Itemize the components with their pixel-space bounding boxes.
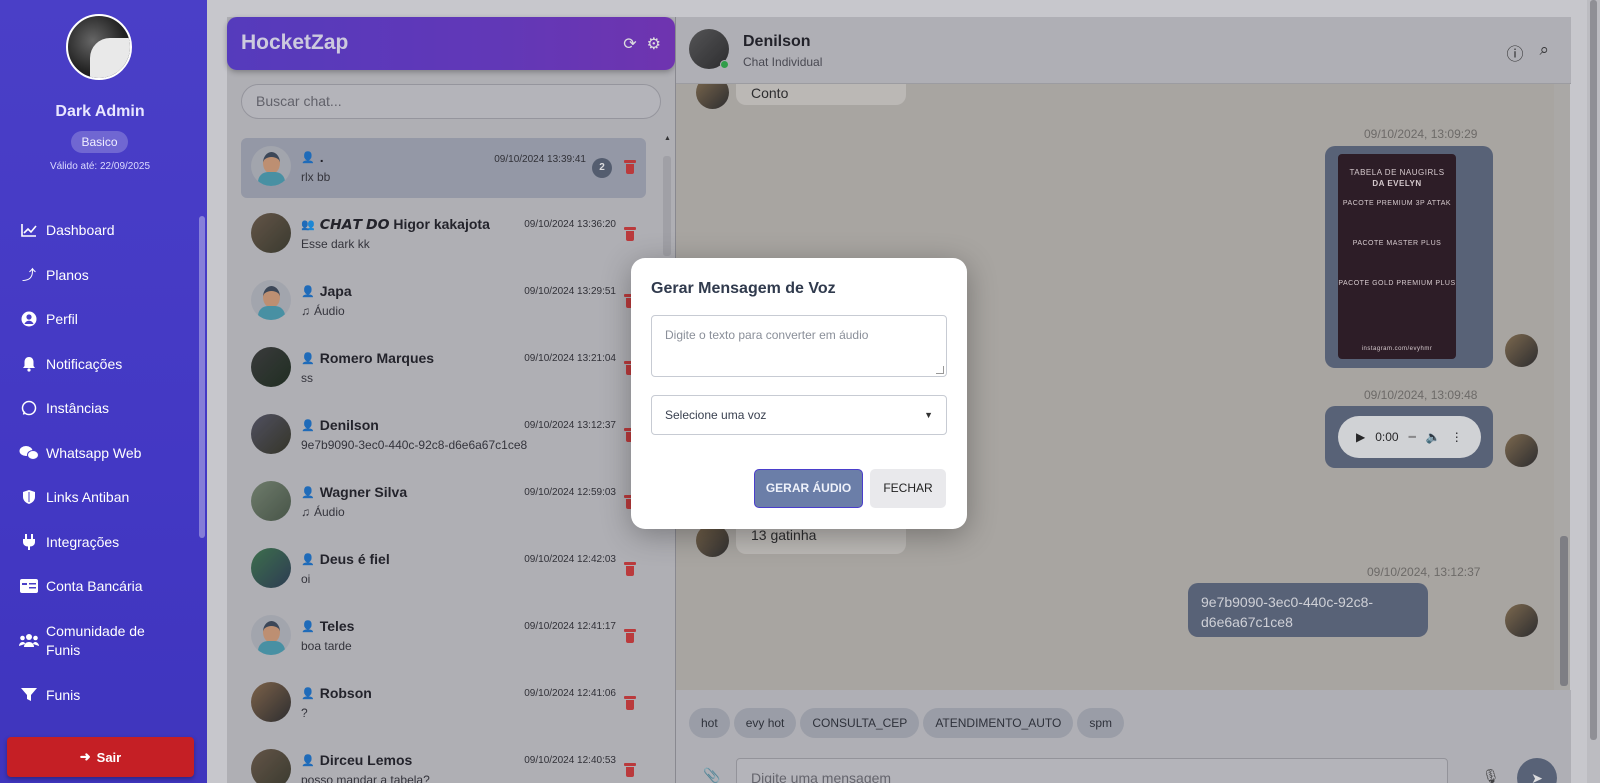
user-name: Dark Admin — [55, 103, 145, 120]
sidebar-item-label: Planos — [46, 266, 89, 283]
sidebar: Dark Admin Basico Válido até: 22/09/2025… — [0, 0, 207, 783]
sidebar-item-perfil[interactable]: Perfil — [0, 301, 200, 346]
valid-until: Válido até: 22/09/2025 — [49, 161, 151, 172]
sidebar-item-conta-bancaria[interactable]: Conta Bancária — [0, 568, 200, 613]
sidebar-item-links-antiban[interactable]: Links Antiban — [0, 479, 200, 524]
users-icon — [19, 631, 39, 649]
logout-button[interactable]: ➜ Sair — [7, 737, 194, 777]
sidebar-item-label: Instâncias — [46, 400, 110, 416]
whatsapp-icon — [19, 399, 39, 417]
chat-bubbles-icon — [19, 444, 39, 462]
voice-text-input[interactable]: Digite o texto para converter em áudio — [651, 315, 947, 377]
sidebar-item-label: Funis — [46, 686, 81, 703]
modal-title: Gerar Mensagem de Voz — [651, 280, 836, 297]
sidebar-item-label: Perfil — [46, 311, 78, 327]
voice-message-modal: Gerar Mensagem de Voz Digite o texto par… — [631, 258, 967, 529]
sign-out-icon: ➜ — [79, 749, 91, 764]
caret-down-icon: ▼ — [924, 410, 933, 420]
sidebar-nav: Dashboard ⤴ Planos Perfil Notificações I… — [0, 212, 200, 721]
close-button[interactable]: FECHAR — [870, 469, 946, 508]
sidebar-item-label: Integrações — [46, 533, 120, 550]
voice-select-value: Selecione uma voz — [665, 408, 767, 422]
shield-icon — [19, 488, 39, 506]
plug-icon — [19, 533, 39, 551]
sidebar-scrollbar[interactable] — [199, 216, 205, 538]
voice-select[interactable]: Selecione uma voz ▼ — [651, 395, 947, 435]
filter-icon — [19, 686, 39, 704]
generate-audio-button[interactable]: GERAR ÁUDIO — [754, 469, 863, 508]
sidebar-item-label: Links Antiban — [46, 489, 130, 505]
sidebar-item-label: Conta Bancária — [46, 578, 143, 594]
sidebar-item-dashboard[interactable]: Dashboard — [0, 212, 200, 257]
sidebar-item-label: Notificações — [46, 355, 123, 372]
logout-label: Sair — [96, 749, 122, 765]
app-root: Dark Admin Basico Válido até: 22/09/2025… — [0, 0, 1600, 783]
sidebar-item-instancias[interactable]: Instâncias — [0, 390, 200, 435]
avatar[interactable] — [66, 14, 132, 80]
sidebar-item-label: Comunidade de Funis — [46, 622, 145, 658]
plan-badge: Basico — [71, 131, 128, 153]
id-card-icon — [19, 577, 39, 595]
sidebar-item-integracoes[interactable]: Integrações — [0, 524, 200, 569]
sidebar-item-whatsapp-web[interactable]: Whatsapp Web — [0, 435, 200, 480]
bell-icon — [19, 355, 39, 373]
chart-line-icon — [19, 221, 39, 239]
sidebar-item-notificacoes[interactable]: Notificações — [0, 346, 200, 391]
user-circle-icon — [19, 310, 39, 328]
sidebar-item-label: Dashboard — [46, 222, 115, 238]
sidebar-item-label: Whatsapp Web — [46, 444, 142, 461]
sidebar-item-planos[interactable]: ⤴ Planos — [0, 257, 200, 302]
arrow-up-icon: ⤴ — [22, 266, 36, 283]
sidebar-item-comunidade-de-funis[interactable]: Comunidade de Funis — [0, 613, 200, 677]
sidebar-item-funis[interactable]: Funis — [0, 677, 200, 722]
